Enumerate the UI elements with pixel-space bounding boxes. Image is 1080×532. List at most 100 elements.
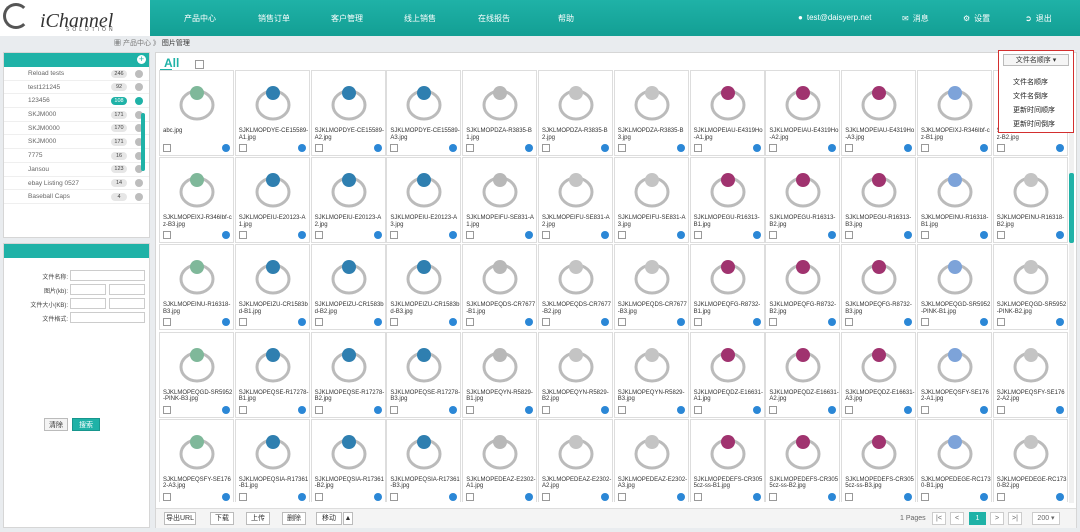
edit-icon[interactable] <box>449 318 458 327</box>
edit-icon[interactable] <box>752 231 761 240</box>
image-card[interactable]: SJKLMOPDYE-CE15589-A2.jpg <box>310 70 386 156</box>
jewelry-thumbnail[interactable] <box>551 251 601 299</box>
edit-icon[interactable] <box>676 492 685 501</box>
messages-link[interactable]: ✉ 消息 <box>902 13 929 24</box>
image-card[interactable]: SJKLMOPEDEGE-RC1730-B1.jpg <box>917 418 992 502</box>
image-checkbox[interactable] <box>314 144 323 152</box>
jewelry-thumbnail[interactable] <box>172 426 222 474</box>
image-checkbox[interactable] <box>921 231 929 240</box>
image-checkbox[interactable] <box>617 492 626 501</box>
jewelry-thumbnail[interactable] <box>475 251 525 299</box>
image-card[interactable]: SJKLMOPEQSE-R17278-B1.jpg <box>234 331 310 418</box>
image-card[interactable]: SJKLMOPDYE-CE15589-A3.jpg <box>386 70 462 156</box>
image-checkbox[interactable] <box>466 144 475 152</box>
edit-icon[interactable] <box>373 231 382 240</box>
jewelry-thumbnail[interactable] <box>399 77 449 125</box>
edit-icon[interactable] <box>449 144 458 152</box>
tag-toggle-icon[interactable] <box>135 192 143 201</box>
image-checkbox[interactable] <box>921 144 929 152</box>
edit-icon[interactable] <box>1055 318 1064 327</box>
sort-option-name-asc[interactable]: 文件名顺序 <box>1013 77 1048 87</box>
image-card[interactable]: SJKLMOPEQYN-R5829-B1.jpg <box>462 331 538 418</box>
current-page[interactable]: 1 <box>969 512 986 525</box>
tag-item[interactable]: Jansou 123 <box>4 163 149 177</box>
jewelry-thumbnail[interactable] <box>324 426 374 474</box>
tag-toggle-icon[interactable] <box>135 69 143 78</box>
settings-link[interactable]: ⚙ 设置 <box>963 13 990 24</box>
edit-icon[interactable] <box>222 231 230 240</box>
image-card[interactable]: SJKLMOPEIFU-SE831-A1.jpg <box>462 157 538 244</box>
edit-icon[interactable] <box>828 231 837 240</box>
nav-sales-orders[interactable]: 销售订单 <box>258 13 290 24</box>
jewelry-thumbnail[interactable] <box>324 164 374 212</box>
tag-item[interactable]: SKJM000 171 <box>4 108 149 122</box>
image-checkbox[interactable] <box>845 405 854 414</box>
edit-icon[interactable] <box>373 492 382 501</box>
edit-icon[interactable] <box>297 144 306 152</box>
edit-icon[interactable] <box>752 492 761 501</box>
jewelry-thumbnail[interactable] <box>1006 426 1056 474</box>
image-card[interactable]: SJKLMOPEQGD-SR5952-PINK-B2.jpg <box>992 244 1068 331</box>
image-checkbox[interactable] <box>542 144 550 152</box>
jewelry-thumbnail[interactable] <box>172 164 222 212</box>
edit-icon[interactable] <box>980 492 988 501</box>
image-checkbox[interactable] <box>238 492 247 501</box>
edit-icon[interactable] <box>525 231 534 240</box>
image-card[interactable]: SJKLMOPDYE-CE15589-A1.jpg <box>234 70 310 156</box>
tag-item[interactable]: Baseball Caps 4 <box>4 190 149 204</box>
image-checkbox[interactable] <box>466 492 475 501</box>
edit-icon[interactable] <box>904 231 913 240</box>
jewelry-thumbnail[interactable] <box>930 426 980 474</box>
edit-icon[interactable] <box>980 318 988 327</box>
jewelry-thumbnail[interactable] <box>324 339 374 387</box>
jewelry-thumbnail[interactable] <box>475 77 525 125</box>
first-page-button[interactable]: |< <box>932 512 946 525</box>
image-checkbox[interactable] <box>617 144 626 152</box>
jewelry-thumbnail[interactable] <box>248 164 298 212</box>
jewelry-thumbnail[interactable] <box>778 339 828 387</box>
tag-item[interactable]: test121245 92 <box>4 81 149 95</box>
edit-icon[interactable] <box>904 144 913 152</box>
nav-online-sales[interactable]: 线上销售 <box>404 13 436 24</box>
edit-icon[interactable] <box>980 231 988 240</box>
image-card[interactable]: SJKLMOPEQGD-SR5952-PINK-B3.jpg <box>159 331 234 418</box>
edit-icon[interactable] <box>449 492 458 501</box>
jewelry-thumbnail[interactable] <box>551 339 601 387</box>
upload-button[interactable]: 上传 <box>246 512 270 525</box>
select-all-checkbox[interactable] <box>195 60 204 69</box>
image-card[interactable]: SJKLMOPEIZU-CR1583bd-B3.jpg <box>386 244 462 331</box>
jewelry-thumbnail[interactable] <box>324 251 374 299</box>
image-card[interactable]: SJKLMOPEQDZ-E16631-A2.jpg <box>765 331 841 418</box>
move-dropdown-icon[interactable]: ▲ <box>343 512 353 525</box>
jewelry-thumbnail[interactable] <box>627 164 677 212</box>
download-button[interactable]: 下载 <box>210 512 234 525</box>
jewelry-thumbnail[interactable] <box>627 426 677 474</box>
image-card[interactable]: SJKLMOPEQSIA-R17361-B1.jpg <box>234 418 310 502</box>
jewelry-thumbnail[interactable] <box>399 164 449 212</box>
edit-icon[interactable] <box>676 231 685 240</box>
image-checkbox[interactable] <box>693 492 702 501</box>
image-card[interactable]: SJKLMOPEDEFS-CR3055cz-ss-B2.jpg <box>765 418 841 502</box>
edit-icon[interactable] <box>676 144 685 152</box>
edit-icon[interactable] <box>601 492 609 501</box>
edit-icon[interactable] <box>222 405 230 414</box>
image-checkbox[interactable] <box>238 144 247 152</box>
filter-size-input-min[interactable] <box>70 298 106 309</box>
jewelry-thumbnail[interactable] <box>703 426 753 474</box>
jewelry-thumbnail[interactable] <box>854 164 904 212</box>
delete-button[interactable]: 删除 <box>282 512 306 525</box>
image-checkbox[interactable] <box>542 405 550 414</box>
image-checkbox[interactable] <box>390 144 399 152</box>
edit-icon[interactable] <box>1055 231 1064 240</box>
edit-icon[interactable] <box>828 318 837 327</box>
filter-type-input-min[interactable] <box>70 284 106 295</box>
image-card[interactable]: SJKLMOPDZA-R3835-B2.jpg <box>538 70 613 156</box>
filter-type-input-max[interactable] <box>109 284 145 295</box>
edit-icon[interactable] <box>828 492 837 501</box>
image-checkbox[interactable] <box>769 144 778 152</box>
image-checkbox[interactable] <box>542 492 550 501</box>
image-checkbox[interactable] <box>314 405 323 414</box>
image-checkbox[interactable] <box>769 231 778 240</box>
image-checkbox[interactable] <box>163 405 171 414</box>
image-card[interactable]: SJKLMOPEIU-E20123-A3.jpg <box>386 157 462 244</box>
